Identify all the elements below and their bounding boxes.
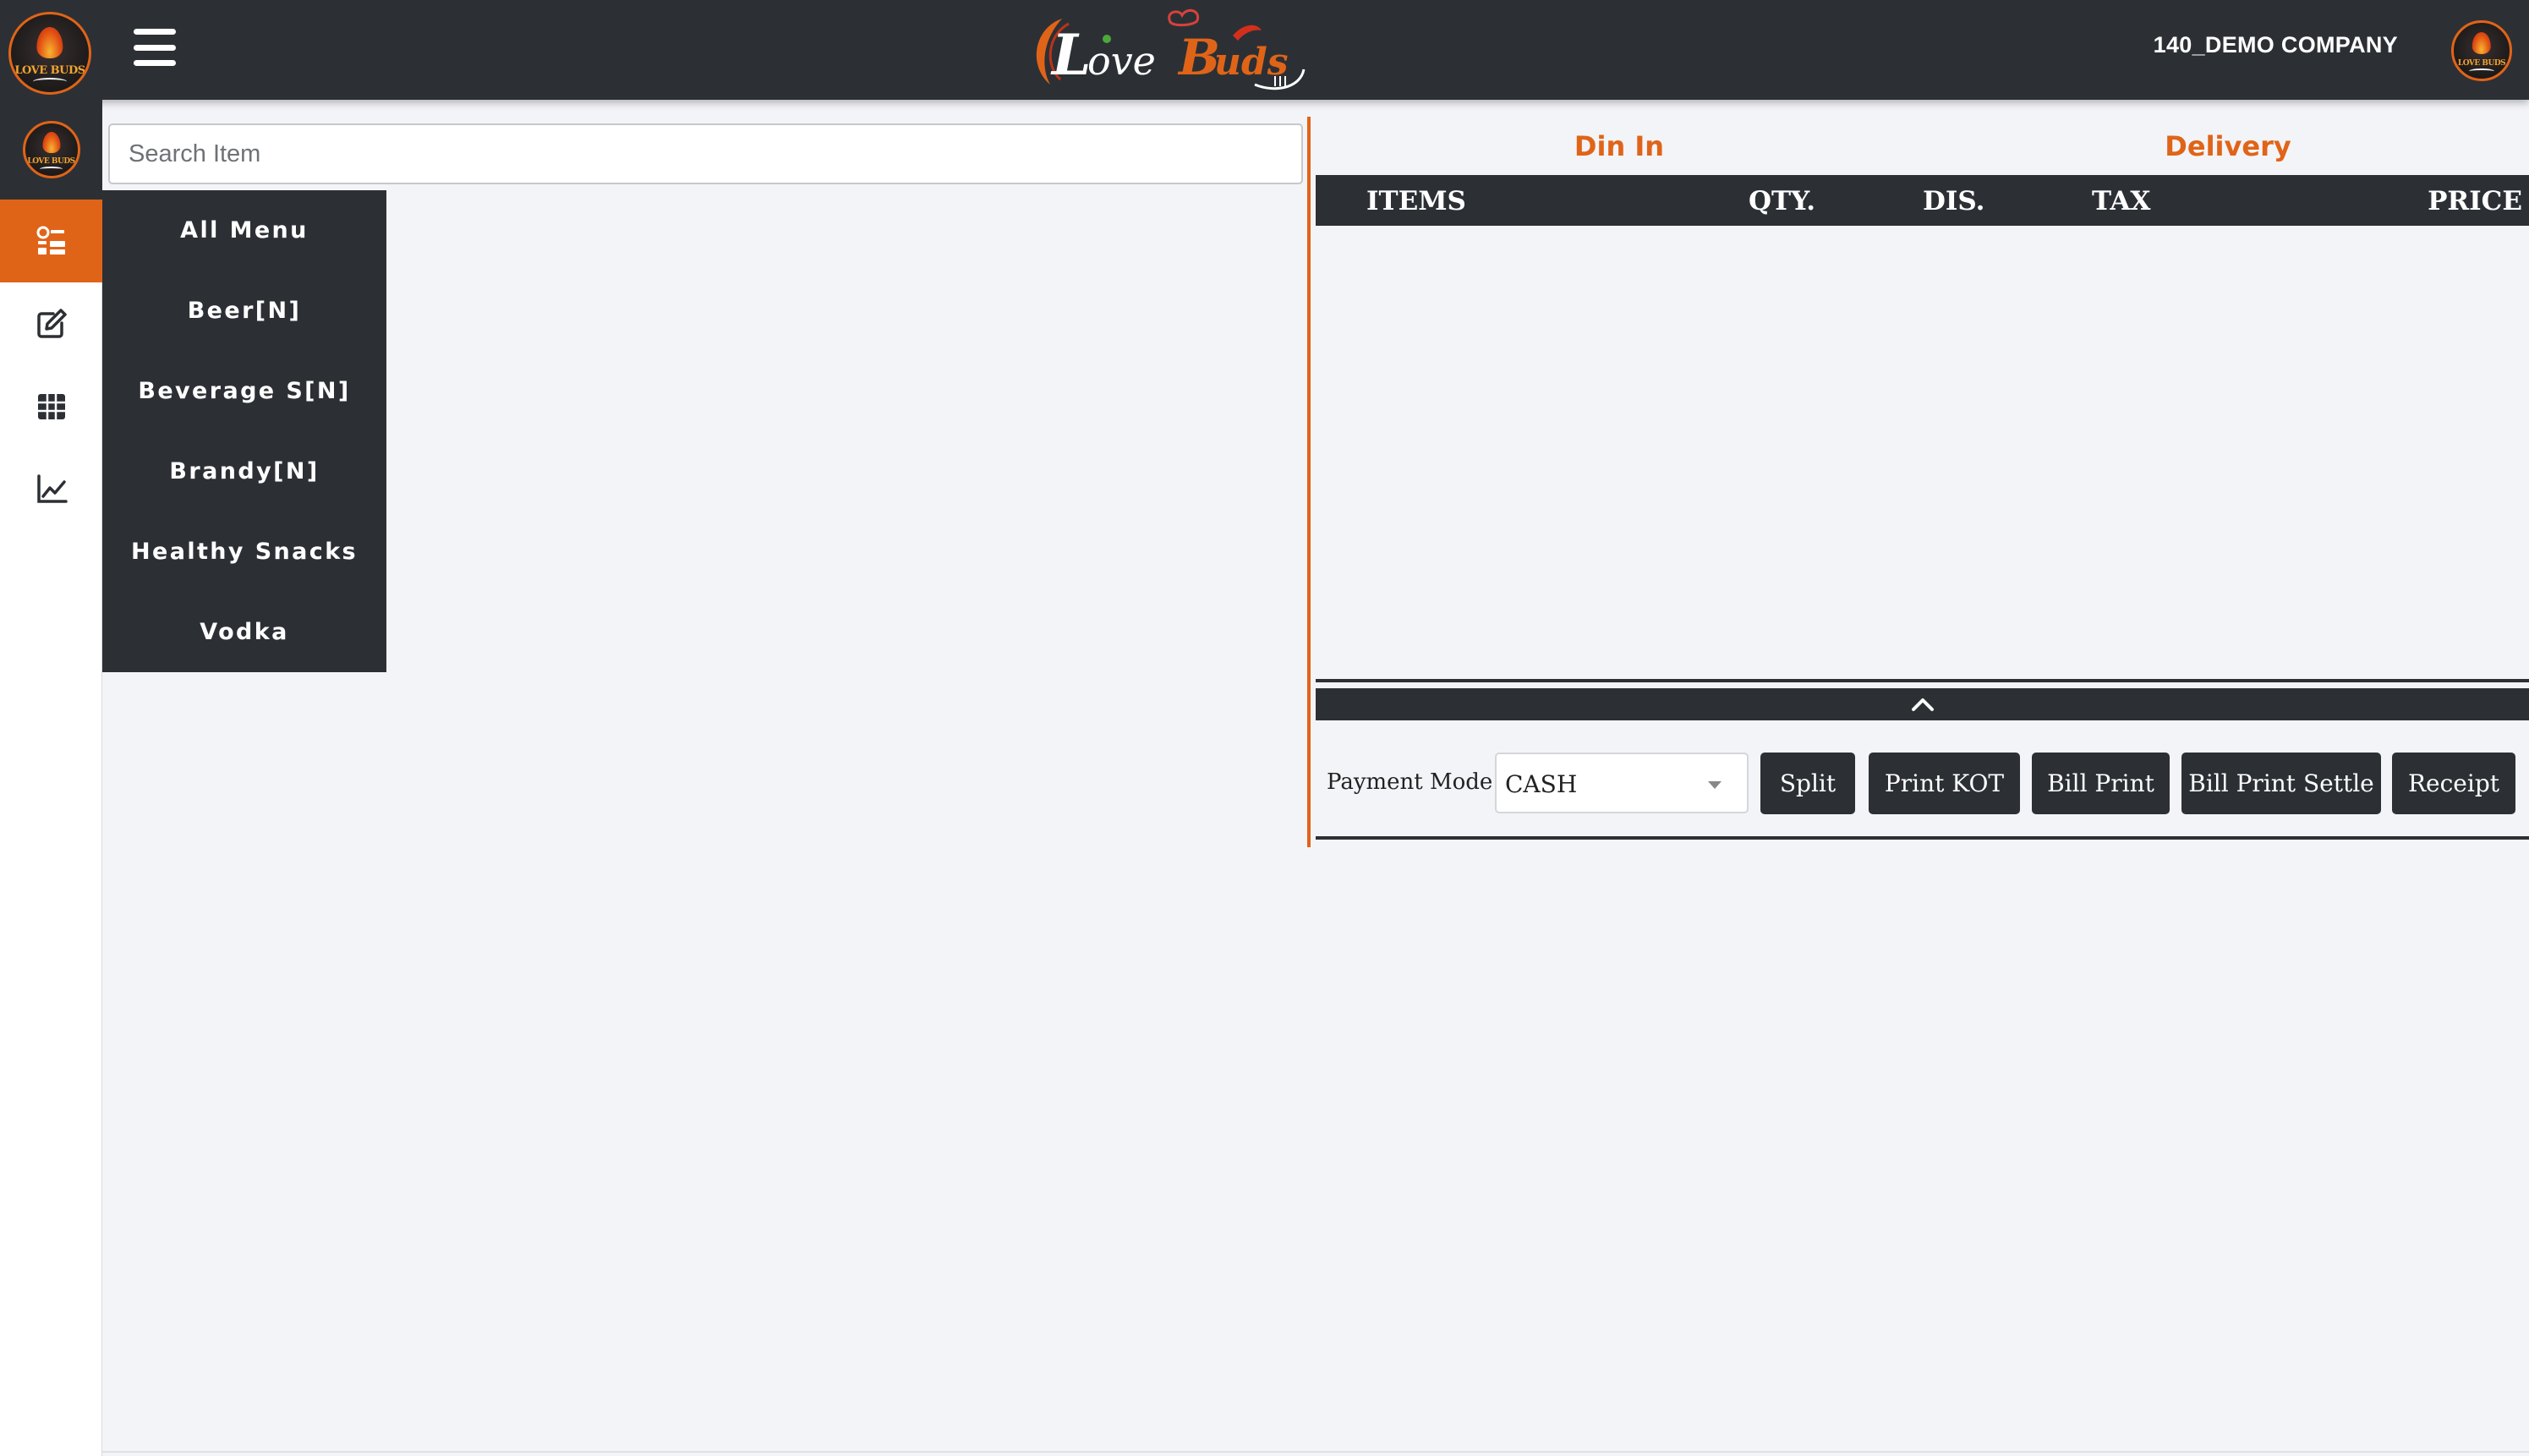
category-beer[interactable]: Beer[N] [102,271,386,351]
app-logo[interactable]: LOVE BUDS [8,12,91,95]
sidebar-logo-area: LOVE BUDS [0,100,102,200]
column-qty: QTY. [1749,186,1815,216]
payment-bar-bottom-border [1316,836,2529,840]
sidebar-item-menu[interactable] [0,200,102,282]
order-items-bottom-border [1316,679,2529,682]
order-table-header: ITEMS QTY. DIS. TAX PRICE [1316,175,2529,226]
left-sidebar: LOVE BUDS [0,100,102,1456]
category-vodka[interactable]: Vodka [102,592,386,672]
category-brandy[interactable]: Brandy[N] [102,431,386,512]
bill-print-settle-button[interactable]: Bill Print Settle [2181,753,2381,814]
print-kot-button[interactable]: Print KOT [1869,753,2020,814]
order-type-delivery[interactable]: Delivery [2114,125,2342,167]
search-item-input[interactable] [108,123,1303,184]
bill-print-button[interactable]: Bill Print [2032,753,2170,814]
svg-text:ove: ove [1087,38,1156,84]
column-items: ITEMS [1366,186,1466,216]
hamburger-menu-icon[interactable] [134,29,176,66]
category-all-menu[interactable]: All Menu [102,190,386,271]
category-healthy-snacks[interactable]: Healthy Snacks [102,512,386,592]
payment-mode-select[interactable]: CASH [1495,753,1749,813]
user-avatar[interactable]: LOVE BUDS [2451,20,2512,81]
sidebar-logo[interactable]: LOVE BUDS [22,121,80,178]
payment-mode-value: CASH [1505,770,1578,798]
dropdown-arrow-icon [1708,781,1722,789]
top-header: LOVE BUDS L ove B uds 140_DEMO COMPANY L… [0,0,2529,100]
category-menu: All Menu Beer[N] Beverage S[N] Brandy[N]… [102,190,386,672]
line-chart-icon [36,474,68,503]
sidebar-item-edit[interactable] [0,282,102,365]
sidebar-item-reports[interactable] [0,448,102,531]
company-name: 140_DEMO COMPANY [2153,32,2398,57]
svg-text:uds: uds [1214,41,1289,84]
edit-icon [36,309,67,338]
order-panel-divider [1307,117,1311,847]
table-grid-icon [37,394,65,419]
column-price: PRICE [2428,186,2522,216]
brand-logo: L ove B uds [1021,7,1312,95]
collapse-toggle[interactable] [1316,688,2529,720]
order-type-din-in[interactable]: Din In [1505,125,1733,167]
footer-border [102,1451,2529,1453]
split-button[interactable]: Split [1760,753,1855,814]
svg-text:L: L [1050,22,1091,88]
receipt-button[interactable]: Receipt [2392,753,2515,814]
menu-list-icon [36,226,65,255]
category-beverages[interactable]: Beverage S[N] [102,351,386,431]
payment-mode-label: Payment Mode: [1327,769,1501,795]
sidebar-item-tables[interactable] [0,365,102,448]
column-tax: TAX [2092,186,2151,216]
chevron-up-icon [1911,698,1934,711]
column-discount: DIS. [1923,186,1985,216]
